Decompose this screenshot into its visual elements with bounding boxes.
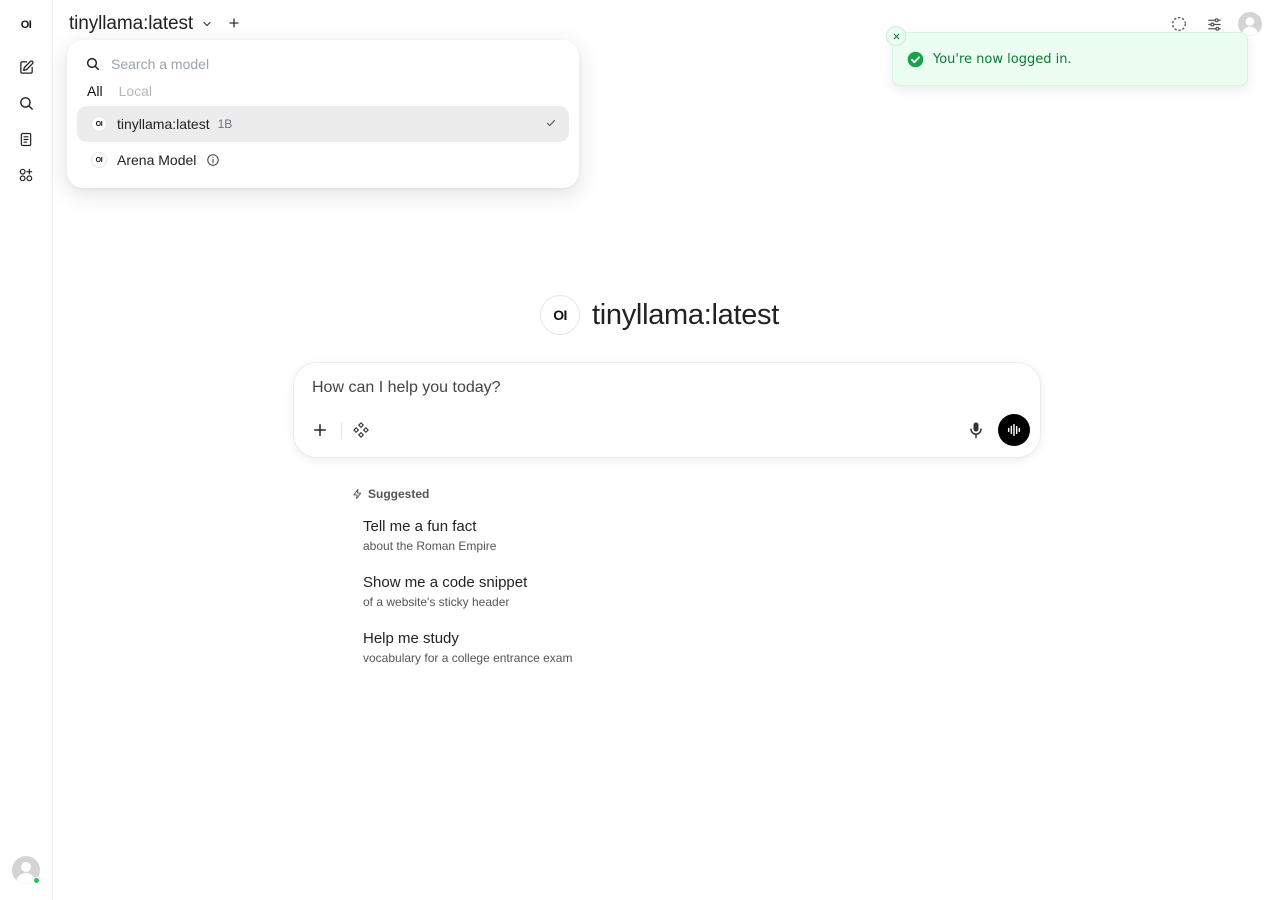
model-option-tinyllama[interactable]: OI tinyllama:latest 1B xyxy=(77,106,569,142)
hero: OI tinyllama:latest xyxy=(540,295,779,335)
plus-icon xyxy=(314,424,326,436)
suggestion-title: Help me study xyxy=(363,630,459,647)
model-logo: OI xyxy=(91,116,107,132)
model-selector[interactable]: tinyllama:latest xyxy=(69,12,213,36)
suggestions-heading: Suggested xyxy=(352,487,429,501)
suggestion-item[interactable]: Show me a code snippet of a website's st… xyxy=(363,574,527,609)
notes-button[interactable] xyxy=(13,126,39,152)
toolbar-divider xyxy=(341,422,342,439)
info-icon[interactable] xyxy=(206,153,220,167)
suggestion-subtitle: about the Roman Empire xyxy=(363,539,497,553)
toast-notification: You're now logged in. xyxy=(886,26,1248,86)
dashed-circle-icon xyxy=(1171,16,1187,32)
suggestions-heading-label: Suggested xyxy=(368,487,430,501)
microphone-icon xyxy=(970,422,982,439)
suggestion-title: Show me a code snippet xyxy=(363,574,528,591)
message-input[interactable] xyxy=(312,379,992,397)
tab-local[interactable]: Local xyxy=(119,83,152,99)
model-logo: OI xyxy=(91,152,107,168)
voice-mode-button[interactable] xyxy=(998,414,1030,446)
close-icon xyxy=(893,33,899,39)
page-title: tinyllama:latest xyxy=(592,298,779,331)
new-chat-button[interactable] xyxy=(13,54,39,80)
sidebar: OI xyxy=(0,0,53,900)
suggestion-item[interactable]: Tell me a fun fact about the Roman Empir… xyxy=(363,518,496,553)
suggestion-item[interactable]: Help me study vocabulary for a college e… xyxy=(363,630,572,665)
success-check-icon xyxy=(907,51,924,67)
model-selector-label: tinyllama:latest xyxy=(69,13,194,34)
tools-icon xyxy=(353,422,369,438)
lightning-icon xyxy=(353,488,362,500)
check-icon xyxy=(546,119,556,127)
model-tabs: All Local xyxy=(87,83,152,99)
workspace-icon xyxy=(19,168,33,182)
search-icon xyxy=(86,57,100,71)
plus-icon xyxy=(229,18,239,28)
workspace-button[interactable] xyxy=(13,162,39,188)
model-option-arena[interactable]: OI Arena Model xyxy=(77,142,569,178)
model-size-tag: 1B xyxy=(217,117,233,131)
notes-icon xyxy=(20,132,32,146)
chevron-down-icon xyxy=(203,21,211,27)
controls-button[interactable] xyxy=(1204,14,1224,34)
attach-button[interactable] xyxy=(310,420,330,440)
waveform-icon xyxy=(1007,423,1021,437)
suggestion-subtitle: of a website's sticky header xyxy=(363,595,510,609)
model-logo: OI xyxy=(540,295,580,335)
online-status-dot xyxy=(33,877,40,884)
suggestion-subtitle: vocabulary for a college entrance exam xyxy=(363,651,573,665)
model-dropdown: All Local OI tinyllama:latest 1B OI Aren… xyxy=(67,40,579,188)
tab-all[interactable]: All xyxy=(87,83,103,99)
add-model-button[interactable] xyxy=(226,15,242,31)
toast-close-button[interactable] xyxy=(886,26,906,46)
model-option-label: tinyllama:latest xyxy=(117,116,210,132)
model-search xyxy=(85,54,511,74)
toast-message: You're now logged in. xyxy=(933,51,1072,67)
controls-icon xyxy=(1207,17,1221,31)
new-chat-icon xyxy=(19,59,34,74)
app-logo[interactable]: OI xyxy=(13,12,39,38)
model-search-input[interactable] xyxy=(111,56,511,72)
search-button[interactable] xyxy=(13,90,39,116)
suggestion-title: Tell me a fun fact xyxy=(363,518,477,535)
dictate-button[interactable] xyxy=(966,420,986,440)
temporary-chat-button[interactable] xyxy=(1169,14,1189,34)
chat-composer xyxy=(293,362,1041,458)
model-option-label: Arena Model xyxy=(117,152,197,168)
search-icon xyxy=(19,96,33,110)
integrations-button[interactable] xyxy=(352,421,370,439)
